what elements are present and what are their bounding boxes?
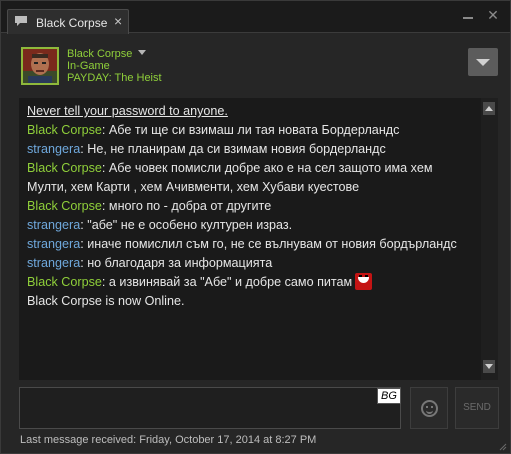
avatar[interactable] [21,47,59,85]
friend-header: Black Corpse In-Game PAYDAY: The Heist [1,34,510,92]
chat-line: Black Corpse: Абе ти ще си взимаш ли тая… [27,123,400,137]
message-text: Black Corpse is now Online. [27,294,185,308]
chat-log: Never tell your password to anyone. Black… [19,98,498,380]
message-sender[interactable]: Black Corpse [27,275,102,289]
message-text: Абе човек помисли добре ако е на сел защ… [108,161,433,175]
message-sender[interactable]: strangera [27,218,80,232]
message-text: Не, не планирам да си взимам новия борде… [87,142,386,156]
message-text: много по - добра от другите [108,199,272,213]
friend-status: In-Game [67,60,110,72]
chevron-down-icon[interactable] [138,50,147,55]
chat-line: Black Corpse: Абе човек помисли добре ак… [27,161,433,175]
window-close-button[interactable]: ✕ [485,7,501,23]
chat-window: Black Corpse × ✕ Black Corpse In-Game PA… [0,0,511,454]
scrollbar[interactable] [481,98,498,380]
chat-line: strangera: Не, не планирам да си взимам … [27,142,386,156]
system-warning: Never tell your password to anyone. [27,104,228,118]
chat-line: Black Corpse: а извинявай за "Абе" и доб… [27,273,479,292]
message-text: "абе" не е особено културен израз. [87,218,293,232]
scroll-up-icon[interactable] [483,102,495,115]
chat-line: Black Corpse: много по - добра от другит… [27,199,272,213]
message-input[interactable] [20,388,400,428]
chat-tab-black-corpse[interactable]: Black Corpse × [7,9,129,34]
friend-name[interactable]: Black Corpse [67,48,147,60]
chat-line: strangera: "абе" не е особено културен и… [27,218,293,232]
message-sender[interactable]: strangera [27,256,80,270]
message-text: Мулти, хем Карти , хем Ачивменти, хем Ху… [27,180,360,194]
resize-grip-icon[interactable] [497,441,507,451]
message-sender[interactable]: strangera [27,142,80,156]
message-sender[interactable]: Black Corpse [27,199,102,213]
tab-close-icon[interactable]: × [114,13,122,29]
last-message-status: Last message received: Friday, October 1… [20,434,317,446]
smiley-icon [421,400,438,417]
chat-bubble-icon [15,16,27,26]
message-sender[interactable]: Black Corpse [27,123,102,137]
message-sender[interactable]: strangera [27,237,80,251]
friend-game: PAYDAY: The Heist [67,72,162,84]
input-language-badge: BG [377,388,401,404]
chat-line: strangera: но благодаря за информацията [27,256,273,270]
message-text: иначе помислил съм го, не се вълнувам от… [87,237,457,251]
message-sender[interactable]: Black Corpse [27,161,102,175]
emoticon-icon [355,273,373,290]
tab-bar: Black Corpse × ✕ [1,1,510,34]
send-button[interactable]: SEND [455,387,499,429]
options-dropdown-button[interactable] [468,48,498,76]
chat-messages: Never tell your password to anyone. Black… [27,102,479,311]
chat-line: Never tell your password to anyone. [27,102,479,121]
chat-line: Мулти, хем Карти , хем Ачивменти, хем Ху… [27,178,479,197]
chat-line: strangera: иначе помислил съм го, не се … [27,237,457,251]
friend-name-text: Black Corpse [67,48,133,60]
message-input-box[interactable]: BG [19,387,401,429]
message-text: Абе ти ще си взимаш ли тая новата Бордер… [108,123,400,137]
message-text: а извинявай за "Абе" и добре само питам [108,275,353,289]
scroll-down-icon[interactable] [483,360,495,373]
minimize-button[interactable] [460,7,476,23]
chat-line: Black Corpse is now Online. [27,292,479,311]
tab-label: Black Corpse [36,16,108,30]
avatar-image [23,49,57,83]
emoticon-button[interactable] [410,387,448,429]
message-text: но благодаря за информацията [87,256,273,270]
